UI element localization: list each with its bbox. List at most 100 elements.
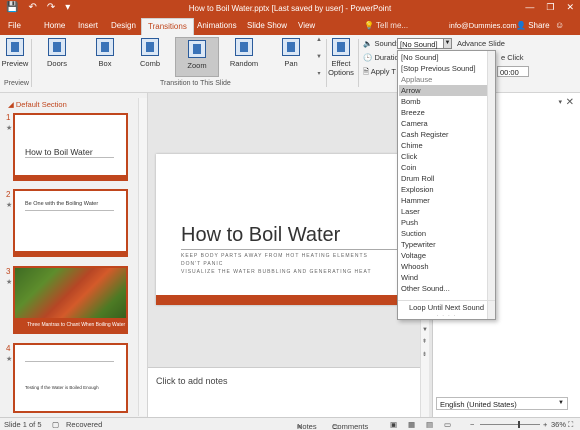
thumb-title: Testing If the Water is Boiled Enough (25, 385, 99, 390)
sound-option[interactable]: Whoosh (399, 261, 487, 272)
slide-bullet[interactable]: KEEP BODY PARTS AWAY FROM HOT HEATING EL… (181, 253, 368, 259)
effect-options-icon (332, 38, 350, 56)
tab-slide-show[interactable]: Slide Show (247, 21, 287, 30)
sound-dropdown: [No Sound] [Stop Previous Sound] Applaus… (397, 50, 496, 320)
sound-option[interactable]: Coin (399, 162, 487, 173)
sound-option[interactable]: [No Sound] (399, 52, 487, 63)
sound-option[interactable]: Wind (399, 272, 487, 283)
restore-button[interactable]: ❐ (546, 2, 554, 13)
slide-number: 2 (6, 190, 11, 199)
fit-slide-icon[interactable]: ⛶ (568, 420, 573, 430)
share-button[interactable]: 👤 Share (516, 21, 550, 30)
sound-option[interactable]: Other Sound... (399, 283, 487, 294)
slide-thumbnail-4[interactable]: Testing If the Water is Boiled Enough (13, 343, 128, 413)
feedback-smiley-icon[interactable]: ☺ (555, 20, 564, 30)
sound-option[interactable]: Voltage (399, 250, 487, 261)
current-slide[interactable]: How to Boil Water KEEP BODY PARTS AWAY F… (156, 154, 434, 305)
minimize-button[interactable]: — (525, 2, 534, 13)
slide-sorter-icon[interactable]: ▦ (408, 420, 415, 429)
sound-option[interactable]: Chime (399, 140, 487, 151)
slide-bullet[interactable]: DON'T PANIC (181, 261, 223, 267)
sound-option[interactable]: Suction (399, 228, 487, 239)
sound-option[interactable]: Hammer (399, 195, 487, 206)
close-panel-icon[interactable]: ✕ (566, 97, 574, 108)
sound-option[interactable]: Typewriter (399, 239, 487, 250)
language-select[interactable]: English (United States) ▼ (436, 397, 568, 410)
sound-dropdown-arrow-icon[interactable]: ▼ (443, 38, 452, 49)
sound-option[interactable]: [Stop Previous Sound] (399, 63, 487, 74)
after-time-field[interactable]: 00:00 (497, 66, 529, 77)
lightbulb-icon: 💡 (364, 21, 377, 30)
sound-option[interactable]: Click (399, 151, 487, 162)
slide-number: 3 (6, 267, 11, 276)
account-email[interactable]: info@Dummies.com (449, 21, 517, 30)
window-title: How to Boil Water.pptx [Last saved by us… (188, 4, 392, 13)
slide-bullet[interactable]: VISUALIZE THE WATER BUBBLING AND GENERAT… (181, 269, 372, 275)
transition-star-icon: ★ (6, 202, 13, 209)
status-bar: Slide 1 of 5 ▢ Recovered ≡ Notes ▭ Comme… (0, 417, 580, 430)
transition-pan[interactable]: Pan (274, 38, 308, 76)
slideshow-icon[interactable]: ▭ (444, 420, 451, 429)
transition-zoom[interactable]: Zoom (175, 37, 219, 77)
tab-design[interactable]: Design (111, 21, 136, 30)
tab-transitions[interactable]: Transitions (141, 18, 194, 35)
slide-title[interactable]: How to Boil Water (181, 224, 340, 247)
transition-comb[interactable]: Comb (133, 38, 167, 76)
prev-slide-icon: ⇞ (422, 339, 428, 345)
transition-random[interactable]: Random (226, 38, 262, 76)
section-header[interactable]: ◢ Default Section (8, 100, 67, 109)
window-controls: — ❐ ✕ (525, 2, 574, 13)
tab-file[interactable]: File (8, 21, 21, 30)
sound-option[interactable]: Cash Register (399, 129, 487, 140)
preview-button[interactable]: Preview (2, 38, 28, 68)
title-bar: 💾 ↶ ↷ ▾ How to Boil Water.pptx [Last sav… (0, 0, 580, 18)
slide-thumbnail-2[interactable]: Be One with the Boiling Water (13, 189, 128, 257)
sound-option[interactable]: Laser (399, 206, 487, 217)
notes-placeholder: Click to add notes (156, 376, 228, 386)
sound-option[interactable]: Push (399, 217, 487, 228)
close-window-button[interactable]: ✕ (566, 2, 574, 13)
dropdown-scrollbar[interactable] (487, 51, 495, 319)
resize-grip-icon[interactable]: · · · · (398, 313, 495, 319)
tell-me-box[interactable]: 💡 Tell me... (364, 21, 408, 30)
sound-option-highlighted[interactable]: Arrow (399, 85, 487, 96)
notes-pane[interactable]: Click to add notes (148, 367, 420, 417)
ribbon-tabs: File Home Insert Design Transitions Anim… (0, 18, 580, 35)
apply-icon: 🗎 (363, 67, 370, 76)
slide-thumbnail-1[interactable]: How to Boil Water (13, 113, 128, 181)
sound-option[interactable]: Breeze (399, 107, 487, 118)
tab-animations[interactable]: Animations (197, 21, 237, 30)
slides-pane-scrollbar[interactable] (138, 98, 147, 416)
transition-box[interactable]: Box (88, 38, 122, 76)
thumb-title: How to Boil Water (25, 147, 93, 157)
sound-option[interactable]: Applause (399, 74, 487, 85)
sound-option[interactable]: Bomb (399, 96, 487, 107)
thumb-title: Three Mantras to Chant When Boiling Wate… (27, 322, 126, 328)
zoom-in-icon[interactable]: + (543, 420, 547, 429)
reading-view-icon[interactable]: ▤ (426, 420, 433, 429)
zoom-level[interactable]: 36% (551, 420, 566, 429)
transition-doors[interactable]: Doors (40, 38, 74, 76)
sound-option[interactable]: Camera (399, 118, 487, 129)
on-mouse-click-label[interactable]: e Click (501, 53, 524, 62)
apply-to-all-button[interactable]: 🗎 Apply T (363, 66, 396, 79)
sound-label: 🔈 Sound: (363, 39, 399, 48)
slide-thumbnail-3[interactable]: Three Mantras to Chant When Boiling Wate… (13, 266, 128, 334)
slide-number: 1 (6, 113, 11, 122)
loop-until-next-sound[interactable]: Loop Until Next Sound (398, 300, 495, 312)
zoom-out-icon[interactable]: − (470, 420, 474, 429)
tab-home[interactable]: Home (44, 21, 65, 30)
tab-insert[interactable]: Insert (78, 21, 98, 30)
next-slide-icon: ⇟ (422, 352, 428, 358)
transition-star-icon: ★ (6, 356, 13, 363)
tab-view[interactable]: View (298, 21, 315, 30)
gallery-scroll[interactable]: ▲ ▼ ▾ (315, 37, 323, 77)
normal-view-icon[interactable]: ▣ (390, 420, 397, 429)
transition-star-icon: ★ (6, 279, 13, 286)
panel-options-icon[interactable]: ▾ (558, 98, 562, 106)
effect-options-button[interactable]: Effect Options (328, 38, 354, 77)
zoom-slider[interactable] (480, 421, 540, 428)
sound-option[interactable]: Explosion (399, 184, 487, 195)
sound-option[interactable]: Drum Roll (399, 173, 487, 184)
box-icon (96, 38, 114, 56)
